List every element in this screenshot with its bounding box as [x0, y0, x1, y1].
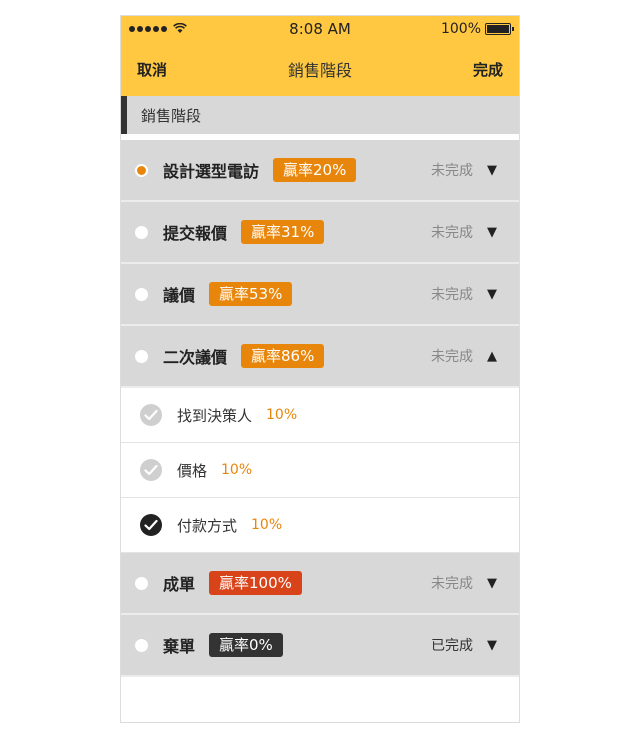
win-rate-badge: 贏率0%	[209, 633, 283, 657]
stage-row[interactable]: 二次議價 贏率86% 未完成 ▲	[121, 326, 519, 388]
battery-icon	[485, 23, 514, 35]
wifi-icon	[173, 22, 187, 36]
stage-status: 未完成	[431, 225, 473, 241]
phone-screen: 8:08 AM 100% 取消 銷售階段 完成 銷售階段 設計選型電訪 贏率20%…	[120, 15, 520, 723]
caret-down-icon[interactable]: ▼	[487, 576, 497, 591]
stage-row[interactable]: 成單 贏率100% 未完成 ▼	[121, 553, 519, 615]
substep-percent: 10%	[266, 407, 298, 423]
stage-status: 未完成	[431, 349, 473, 365]
stage-radio[interactable]	[135, 576, 148, 590]
win-rate-badge: 贏率31%	[241, 220, 325, 244]
substep-row[interactable]: 找到決策人 10%	[121, 388, 519, 443]
stage-status: 未完成	[431, 576, 473, 592]
stage-name: 議價	[163, 286, 196, 305]
stage-row[interactable]: 棄單 贏率0% 已完成 ▼	[121, 615, 519, 677]
stage-row[interactable]: 設計選型電訪 贏率20% 未完成 ▼	[121, 140, 519, 202]
caret-down-icon[interactable]: ▼	[487, 225, 497, 240]
caret-down-icon[interactable]: ▼	[487, 287, 497, 302]
checkmark-icon[interactable]	[140, 459, 162, 481]
stage-list: 設計選型電訪 贏率20% 未完成 ▼ 提交報價 贏率31% 未完成 ▼ 議價 贏率53% 未完成 ▼ 二…	[121, 140, 519, 677]
stage-name: 設計選型電訪	[163, 162, 260, 181]
checkmark-icon[interactable]	[140, 404, 162, 426]
page-title: 銷售階段	[287, 61, 353, 80]
substep-name: 付款方式	[177, 516, 238, 535]
caret-up-icon[interactable]: ▲	[487, 349, 497, 364]
stage-radio[interactable]	[135, 163, 148, 177]
stage-status: 未完成	[431, 287, 473, 303]
stage-name: 棄單	[163, 637, 196, 656]
win-rate-badge: 贏率86%	[241, 344, 325, 368]
substep-percent: 10%	[251, 517, 283, 533]
checkmark-icon[interactable]	[140, 514, 162, 536]
stage-radio[interactable]	[135, 349, 148, 363]
substep-name: 價格	[177, 461, 208, 480]
substep-name: 找到決策人	[177, 406, 253, 425]
stage-status: 已完成	[431, 638, 473, 654]
signal-strength-icon	[129, 22, 187, 36]
substep-row[interactable]: 價格 10%	[121, 443, 519, 498]
section-header: 銷售階段	[121, 96, 519, 134]
stage-name: 成單	[163, 575, 196, 594]
caret-down-icon[interactable]: ▼	[487, 638, 497, 653]
section-title: 銷售階段	[141, 106, 202, 125]
caret-down-icon[interactable]: ▼	[487, 163, 497, 178]
status-time: 8:08 AM	[289, 20, 351, 38]
win-rate-badge: 贏率20%	[273, 158, 357, 182]
substep-row[interactable]: 付款方式 10%	[121, 498, 519, 553]
win-rate-badge: 贏率100%	[209, 571, 302, 595]
stage-radio[interactable]	[135, 287, 148, 301]
stage-row[interactable]: 提交報價 贏率31% 未完成 ▼	[121, 202, 519, 264]
cancel-button[interactable]: 取消	[137, 59, 167, 80]
stage-status: 未完成	[431, 163, 473, 179]
substep-percent: 10%	[221, 462, 253, 478]
nav-bar: 取消 銷售階段 完成	[121, 42, 519, 96]
battery-percent: 100%	[440, 21, 481, 37]
status-bar: 8:08 AM 100%	[121, 16, 519, 42]
stage-radio[interactable]	[135, 638, 148, 652]
stage-row[interactable]: 議價 贏率53% 未完成 ▼	[121, 264, 519, 326]
done-button[interactable]: 完成	[473, 59, 503, 80]
stage-radio[interactable]	[135, 225, 148, 239]
stage-name: 提交報價	[163, 224, 228, 243]
win-rate-badge: 贏率53%	[209, 282, 293, 306]
stage-name: 二次議價	[163, 348, 228, 367]
